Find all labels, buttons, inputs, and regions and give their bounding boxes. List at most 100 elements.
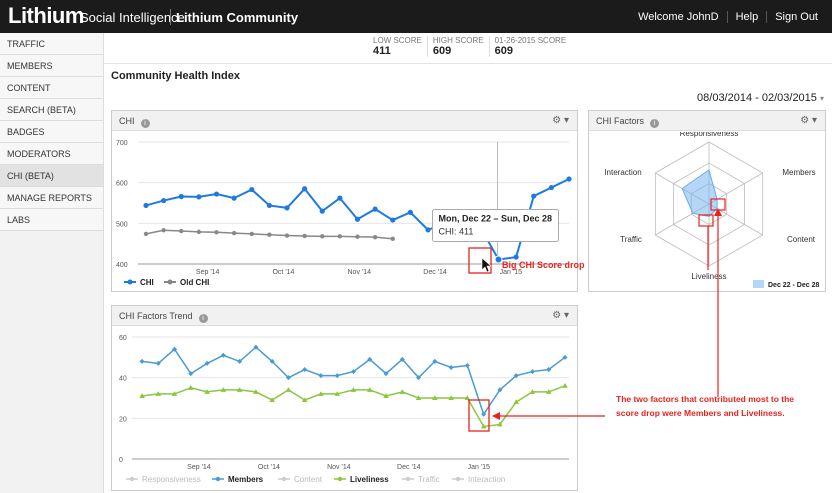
sidebar-item-chi[interactable]: CHI (BETA) [0, 165, 103, 187]
sidebar-item-content[interactable]: CONTENT [0, 77, 103, 99]
chi-point [407, 209, 413, 215]
trend-xtick-label: Oct '14 [258, 464, 280, 471]
gear-icon[interactable]: ⚙ ▾ [800, 111, 817, 131]
chi-point [161, 197, 167, 204]
chi-ytick-label: 500 [116, 221, 128, 228]
date-range-picker[interactable]: 08/03/2014 - 02/03/2015 ▾ [697, 92, 824, 104]
chi-point [337, 195, 343, 201]
chi-point [319, 208, 325, 214]
score-bar: LOW SCORE 411 HIGH SCORE 609 01-26-2015 … [368, 36, 571, 57]
chi-point [213, 191, 220, 197]
factors-panel-header: CHI Factors i ⚙ ▾ [589, 111, 825, 131]
lithium-logo[interactable]: Lithium [8, 3, 84, 29]
chi-point [548, 184, 554, 191]
radar-axis-label: Liveliness [691, 272, 726, 281]
liveliness-point [399, 389, 406, 394]
current-score-value: 609 [494, 45, 513, 57]
chi-point [143, 202, 149, 209]
old-chi-point [214, 230, 219, 235]
high-score: HIGH SCORE 609 [426, 36, 489, 57]
trend-legend-marker [281, 476, 287, 482]
trend-xtick-label: Jan '15 [468, 464, 490, 471]
trend-xtick-label: Nov '14 [327, 464, 351, 471]
chevron-down-icon: ▾ [819, 94, 824, 103]
trend-legend-label: Traffic [418, 475, 440, 484]
chi-ytick-label: 600 [116, 181, 128, 188]
sidebar-item-members[interactable]: MEMBERS [0, 55, 103, 77]
gear-icon[interactable]: ⚙ ▾ [552, 111, 569, 131]
trend-ytick-label: 60 [119, 335, 127, 342]
trend-legend-marker [337, 476, 343, 482]
trend-ytick-label: 0 [119, 457, 123, 464]
old-chi-legend-marker [167, 279, 173, 285]
top-nav: Welcome JohnD Help Sign Out [630, 11, 826, 23]
factors-radar-chart: Responsiveness Members Content Liveliness Tr… [604, 132, 819, 289]
top-bar: Lithium Social Intelligence Lithium Comm… [0, 0, 832, 33]
chi-legend-marker [127, 279, 133, 285]
signout-link[interactable]: Sign Out [766, 11, 826, 23]
radar-axis-label: Responsiveness [680, 132, 739, 138]
trend-panel-title: CHI Factors Trend [119, 311, 193, 321]
old-chi-point [179, 228, 184, 234]
low-score: LOW SCORE 411 [368, 36, 427, 57]
old-chi-point [143, 231, 149, 237]
sidebar-item-labs[interactable]: LABS [0, 209, 103, 231]
chi-point [178, 193, 184, 200]
old-chi-point [320, 234, 325, 239]
info-icon[interactable]: i [650, 119, 660, 128]
factors-panel: CHI Factors i ⚙ ▾ Responsiveness Members Co… [588, 110, 826, 292]
radar-series-area [681, 169, 718, 217]
chi-point [372, 206, 378, 212]
trend-ytick-label: 20 [119, 416, 127, 423]
chi-point [196, 194, 202, 200]
gear-icon[interactable]: ⚙ ▾ [552, 306, 569, 326]
old-chi-point [284, 233, 290, 238]
old-chi-point [231, 230, 237, 236]
chi-point [566, 176, 572, 182]
chi-point [231, 195, 237, 201]
members-point [139, 358, 145, 364]
factors-annotation-line1: The two factors that contributed most to… [616, 394, 794, 404]
chi-panel-header: CHI i ⚙ ▾ [112, 111, 577, 131]
help-link[interactable]: Help [726, 11, 767, 23]
trend-panel: CHI Factors Trend i ⚙ ▾ 60 40 20 0 Sep '14 Oct… [111, 305, 578, 491]
old-chi-point [302, 233, 307, 239]
members-point [529, 369, 535, 375]
radar-legend-swatch [753, 280, 764, 288]
radar-axis-label: Interaction [604, 168, 641, 177]
chi-chart: 700 600 500 400 Sep '14 Oct '14 Nov '14 Dec '14… [116, 140, 572, 287]
sidebar-item-search[interactable]: SEARCH (BETA) [0, 99, 103, 121]
chi-xtick-label: Sep '14 [196, 269, 220, 276]
chi-point [266, 202, 272, 209]
chi-tooltip-value: CHI: 411 [439, 227, 474, 237]
old-chi-point [196, 229, 202, 235]
info-icon[interactable]: i [198, 314, 208, 323]
welcome-text: Welcome JohnD [638, 11, 719, 23]
info-icon[interactable]: i [140, 119, 150, 128]
trend-legend-marker [405, 476, 411, 482]
header-divider [170, 9, 171, 25]
chi-point [284, 205, 290, 211]
members-point [302, 367, 308, 373]
trend-panel-header: CHI Factors Trend i ⚙ ▾ [112, 306, 577, 326]
factors-panel-title: CHI Factors [596, 116, 645, 126]
old-chi-point [355, 234, 360, 239]
old-chi-point [372, 234, 378, 240]
current-score: 01-26-2015 SCORE 609 [488, 36, 572, 57]
radar-axis-label: Content [787, 235, 816, 244]
liveliness-point [562, 383, 568, 388]
trend-legend-label: Members [228, 475, 264, 484]
sidebar-item-traffic[interactable]: TRAFFIC [0, 33, 103, 55]
low-score-value: 411 [373, 45, 391, 57]
chi-ytick-label: 700 [116, 140, 128, 147]
sidebar-item-moderators[interactable]: MODERATORS [0, 143, 103, 165]
chi-point [354, 216, 361, 222]
trend-legend-label: Liveliness [350, 475, 389, 484]
chi-legend-label: CHI [140, 278, 154, 287]
trend-legend-label: Responsiveness [142, 475, 201, 484]
sidebar-item-manage-reports[interactable]: MANAGE REPORTS [0, 187, 103, 209]
sidebar-item-badges[interactable]: BADGES [0, 121, 103, 143]
chi-point [494, 255, 503, 264]
score-divider [104, 63, 832, 64]
chi-panel-title: CHI [119, 116, 135, 126]
